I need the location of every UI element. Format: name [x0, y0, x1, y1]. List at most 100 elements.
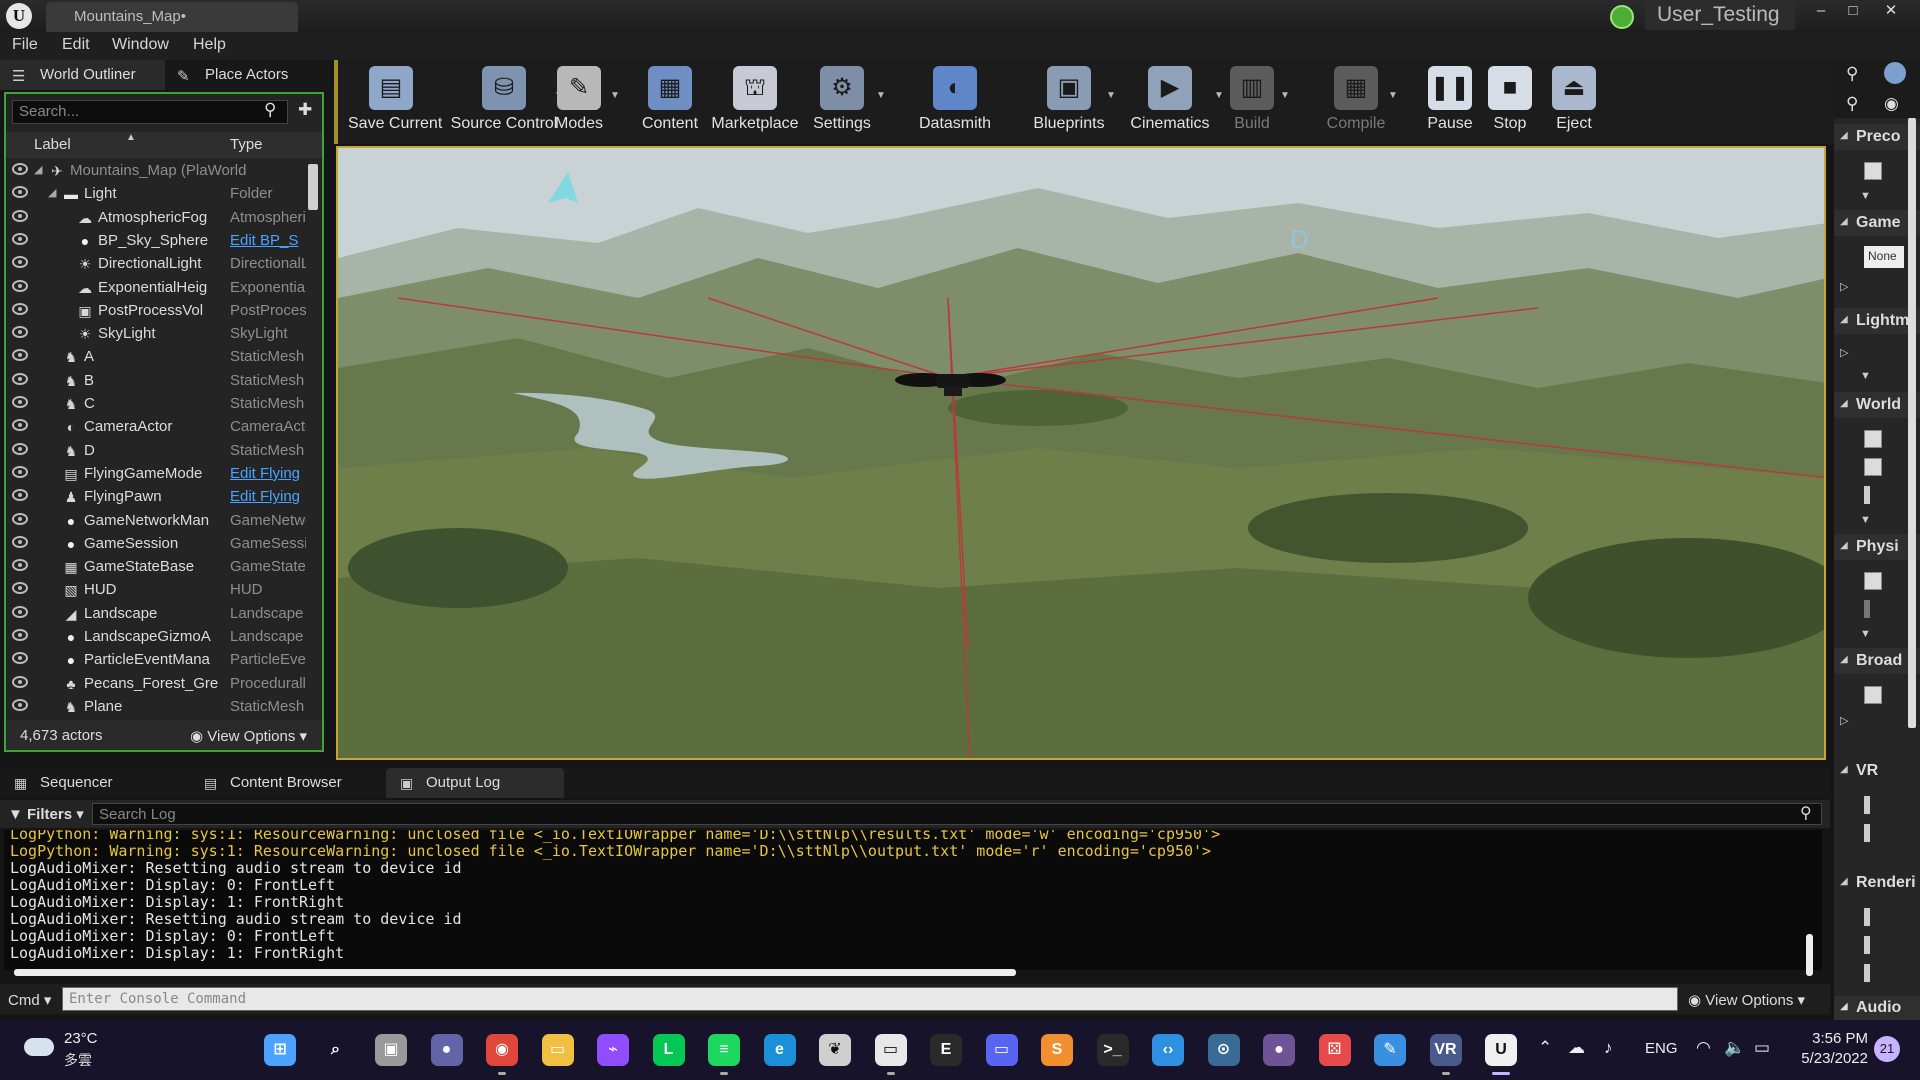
outliner-row[interactable]: ☀ SkyLight SkyLight: [6, 323, 306, 346]
precomputed-checkbox[interactable]: [1864, 162, 1882, 180]
eye-icon[interactable]: ◉: [1884, 94, 1899, 114]
cinematics-button[interactable]: ▶ Cinematics ▼: [1122, 60, 1224, 144]
log-vertical-scrollbar[interactable]: [1806, 934, 1813, 976]
marketplace-button[interactable]: ⛫ Marketplace: [710, 60, 800, 144]
tab-sequencer[interactable]: ▦ Sequencer: [0, 768, 190, 798]
windows-start-icon[interactable]: ⊞: [264, 1034, 296, 1066]
terminal-icon[interactable]: >_: [1096, 1034, 1129, 1066]
clock-date[interactable]: 5/23/2022: [1776, 1050, 1868, 1067]
visibility-eye-icon[interactable]: [12, 535, 28, 548]
edit-blueprint-link[interactable]: Edit BP_S: [230, 232, 306, 249]
physics-checkbox[interactable]: [1864, 572, 1882, 590]
eject-button[interactable]: ⏏ Eject: [1550, 60, 1598, 144]
chat-icon[interactable]: ●: [430, 1034, 463, 1066]
outliner-row[interactable]: ♟ FlyingPawn Edit Flying: [6, 486, 306, 509]
outliner-row[interactable]: ▧ HUD HUD: [6, 579, 306, 602]
expand-arrow-icon[interactable]: ▷: [1840, 346, 1848, 359]
search-icon[interactable]: ⚲: [264, 100, 276, 120]
visibility-eye-icon[interactable]: [12, 163, 28, 175]
outliner-row[interactable]: ♣ Pecans_Forest_Gre Procedurall: [6, 673, 306, 696]
outliner-view-options[interactable]: ◉ View Options ▾: [190, 727, 307, 745]
filters-button[interactable]: ▼ Filters ▾: [8, 805, 84, 823]
sort-ascending-icon[interactable]: ▲: [126, 132, 136, 143]
outliner-row[interactable]: ♞ B StaticMesh: [6, 370, 306, 393]
messenger-icon[interactable]: ⌁: [597, 1034, 629, 1066]
expand-arrow-icon[interactable]: ▷: [1840, 280, 1848, 293]
menu-edit[interactable]: Edit: [62, 36, 90, 54]
user-status-icon[interactable]: [1610, 5, 1634, 29]
tab-output-log[interactable]: ▣ Output Log: [386, 768, 564, 798]
outliner-row[interactable]: ♞ C StaticMesh: [6, 393, 306, 416]
broadphase-checkbox[interactable]: [1864, 686, 1882, 704]
zoom-icon[interactable]: ⚲: [1846, 64, 1858, 84]
world-slider[interactable]: [1864, 486, 1870, 504]
outliner-row[interactable]: ◢ ▬ Light Folder: [6, 183, 306, 206]
edit-blueprint-link[interactable]: Edit Flying: [230, 488, 306, 505]
expand-arrow-icon[interactable]: ▷: [1840, 714, 1848, 727]
map-document-tab[interactable]: Mountains_Map•: [46, 2, 298, 32]
edit-blueprint-link[interactable]: Edit Flying: [230, 465, 306, 482]
outliner-row[interactable]: ◐ CameraActor CameraActo: [6, 416, 306, 439]
expand-icon[interactable]: ◢: [34, 163, 42, 176]
build-button[interactable]: ▥ Build ▼: [1220, 60, 1290, 144]
blueprints-button[interactable]: ▣ Blueprints ▼: [1028, 60, 1116, 144]
dropdown-arrow-icon[interactable]: ▼: [1280, 90, 1290, 101]
edge-icon[interactable]: e: [763, 1034, 796, 1066]
visibility-eye-icon[interactable]: [12, 605, 28, 618]
outliner-row[interactable]: ◢ ✈ Mountains_Map (PlaWorld: [6, 160, 306, 183]
minimize-button[interactable]: –: [1806, 0, 1836, 24]
outliner-row[interactable]: ● GameNetworkMan GameNetwo: [6, 510, 306, 533]
github-icon[interactable]: ●: [1263, 1034, 1295, 1066]
inkscape-icon[interactable]: ❦: [819, 1034, 851, 1066]
visibility-eye-icon[interactable]: [12, 372, 28, 385]
steam-icon[interactable]: ⊙: [1207, 1034, 1240, 1066]
volume-icon[interactable]: 🔈: [1724, 1038, 1745, 1058]
outliner-row[interactable]: ☁ ExponentialHeig Exponentia: [6, 277, 306, 300]
outliner-row[interactable]: ▤ FlyingGameMode Edit Flying: [6, 463, 306, 486]
game-mode-select[interactable]: None: [1864, 246, 1904, 268]
close-button[interactable]: ✕: [1876, 0, 1906, 24]
maximize-button[interactable]: □: [1838, 0, 1868, 24]
menu-window[interactable]: Window: [112, 36, 169, 54]
sublime-icon[interactable]: S: [1041, 1034, 1073, 1066]
outliner-row[interactable]: ● BP_Sky_Sphere Edit BP_S: [6, 230, 306, 253]
outliner-search-input[interactable]: Search...: [12, 100, 288, 124]
outliner-row[interactable]: ● ParticleEventMana ParticleEve: [6, 649, 306, 672]
visibility-eye-icon[interactable]: [12, 419, 28, 432]
visibility-eye-icon[interactable]: [12, 652, 28, 665]
user-name[interactable]: User_Testing: [1645, 2, 1795, 30]
search-icon[interactable]: ⌕: [319, 1034, 352, 1066]
outliner-row[interactable]: ◢ Landscape Landscape: [6, 603, 306, 626]
expand-arrow-icon[interactable]: ▼: [1860, 628, 1871, 640]
menu-file[interactable]: File: [12, 36, 38, 54]
section-rendering[interactable]: ◢ Renderi: [1834, 870, 1920, 896]
visibility-eye-icon[interactable]: [12, 512, 28, 525]
visibility-eye-icon[interactable]: [12, 675, 28, 688]
chevron-up-icon[interactable]: ⌃: [1538, 1038, 1552, 1058]
visibility-eye-icon[interactable]: [12, 326, 28, 339]
column-type-header[interactable]: Type: [230, 136, 263, 153]
settings-button[interactable]: ⚙ Settings ▼: [804, 60, 886, 144]
visibility-eye-icon[interactable]: [12, 465, 28, 478]
dropdown-arrow-icon[interactable]: ▼: [1388, 90, 1398, 101]
column-label-header[interactable]: Label: [34, 136, 71, 153]
outliner-row[interactable]: ☁ AtmosphericFog Atmospheri: [6, 207, 306, 230]
vr-icon[interactable]: VR: [1429, 1034, 1462, 1066]
notification-badge[interactable]: 21: [1874, 1036, 1900, 1062]
visibility-eye-icon[interactable]: [12, 302, 28, 315]
content-button[interactable]: ▦ Content: [640, 60, 700, 144]
outliner-row[interactable]: ♞ D StaticMesh: [6, 440, 306, 463]
visibility-eye-icon[interactable]: [12, 279, 28, 292]
tab-content-browser[interactable]: ▤ Content Browser: [190, 768, 382, 798]
input-language[interactable]: ENG: [1645, 1040, 1678, 1057]
paint-icon[interactable]: ✎: [1374, 1034, 1406, 1066]
spotify-icon[interactable]: ≡: [708, 1034, 740, 1066]
dropdown-arrow-icon[interactable]: ▼: [1106, 90, 1116, 101]
onedrive-icon[interactable]: ☁: [1568, 1038, 1585, 1058]
dropdown-arrow-icon[interactable]: ▼: [610, 90, 620, 101]
outliner-row[interactable]: ♞ A StaticMesh: [6, 346, 306, 369]
weather-temperature[interactable]: 23°C: [64, 1030, 98, 1047]
outliner-row[interactable]: ☀ DirectionalLight DirectionalL: [6, 253, 306, 276]
tab-world-outliner[interactable]: ☰ World Outliner: [0, 60, 165, 90]
world-checkbox-1[interactable]: [1864, 430, 1882, 448]
